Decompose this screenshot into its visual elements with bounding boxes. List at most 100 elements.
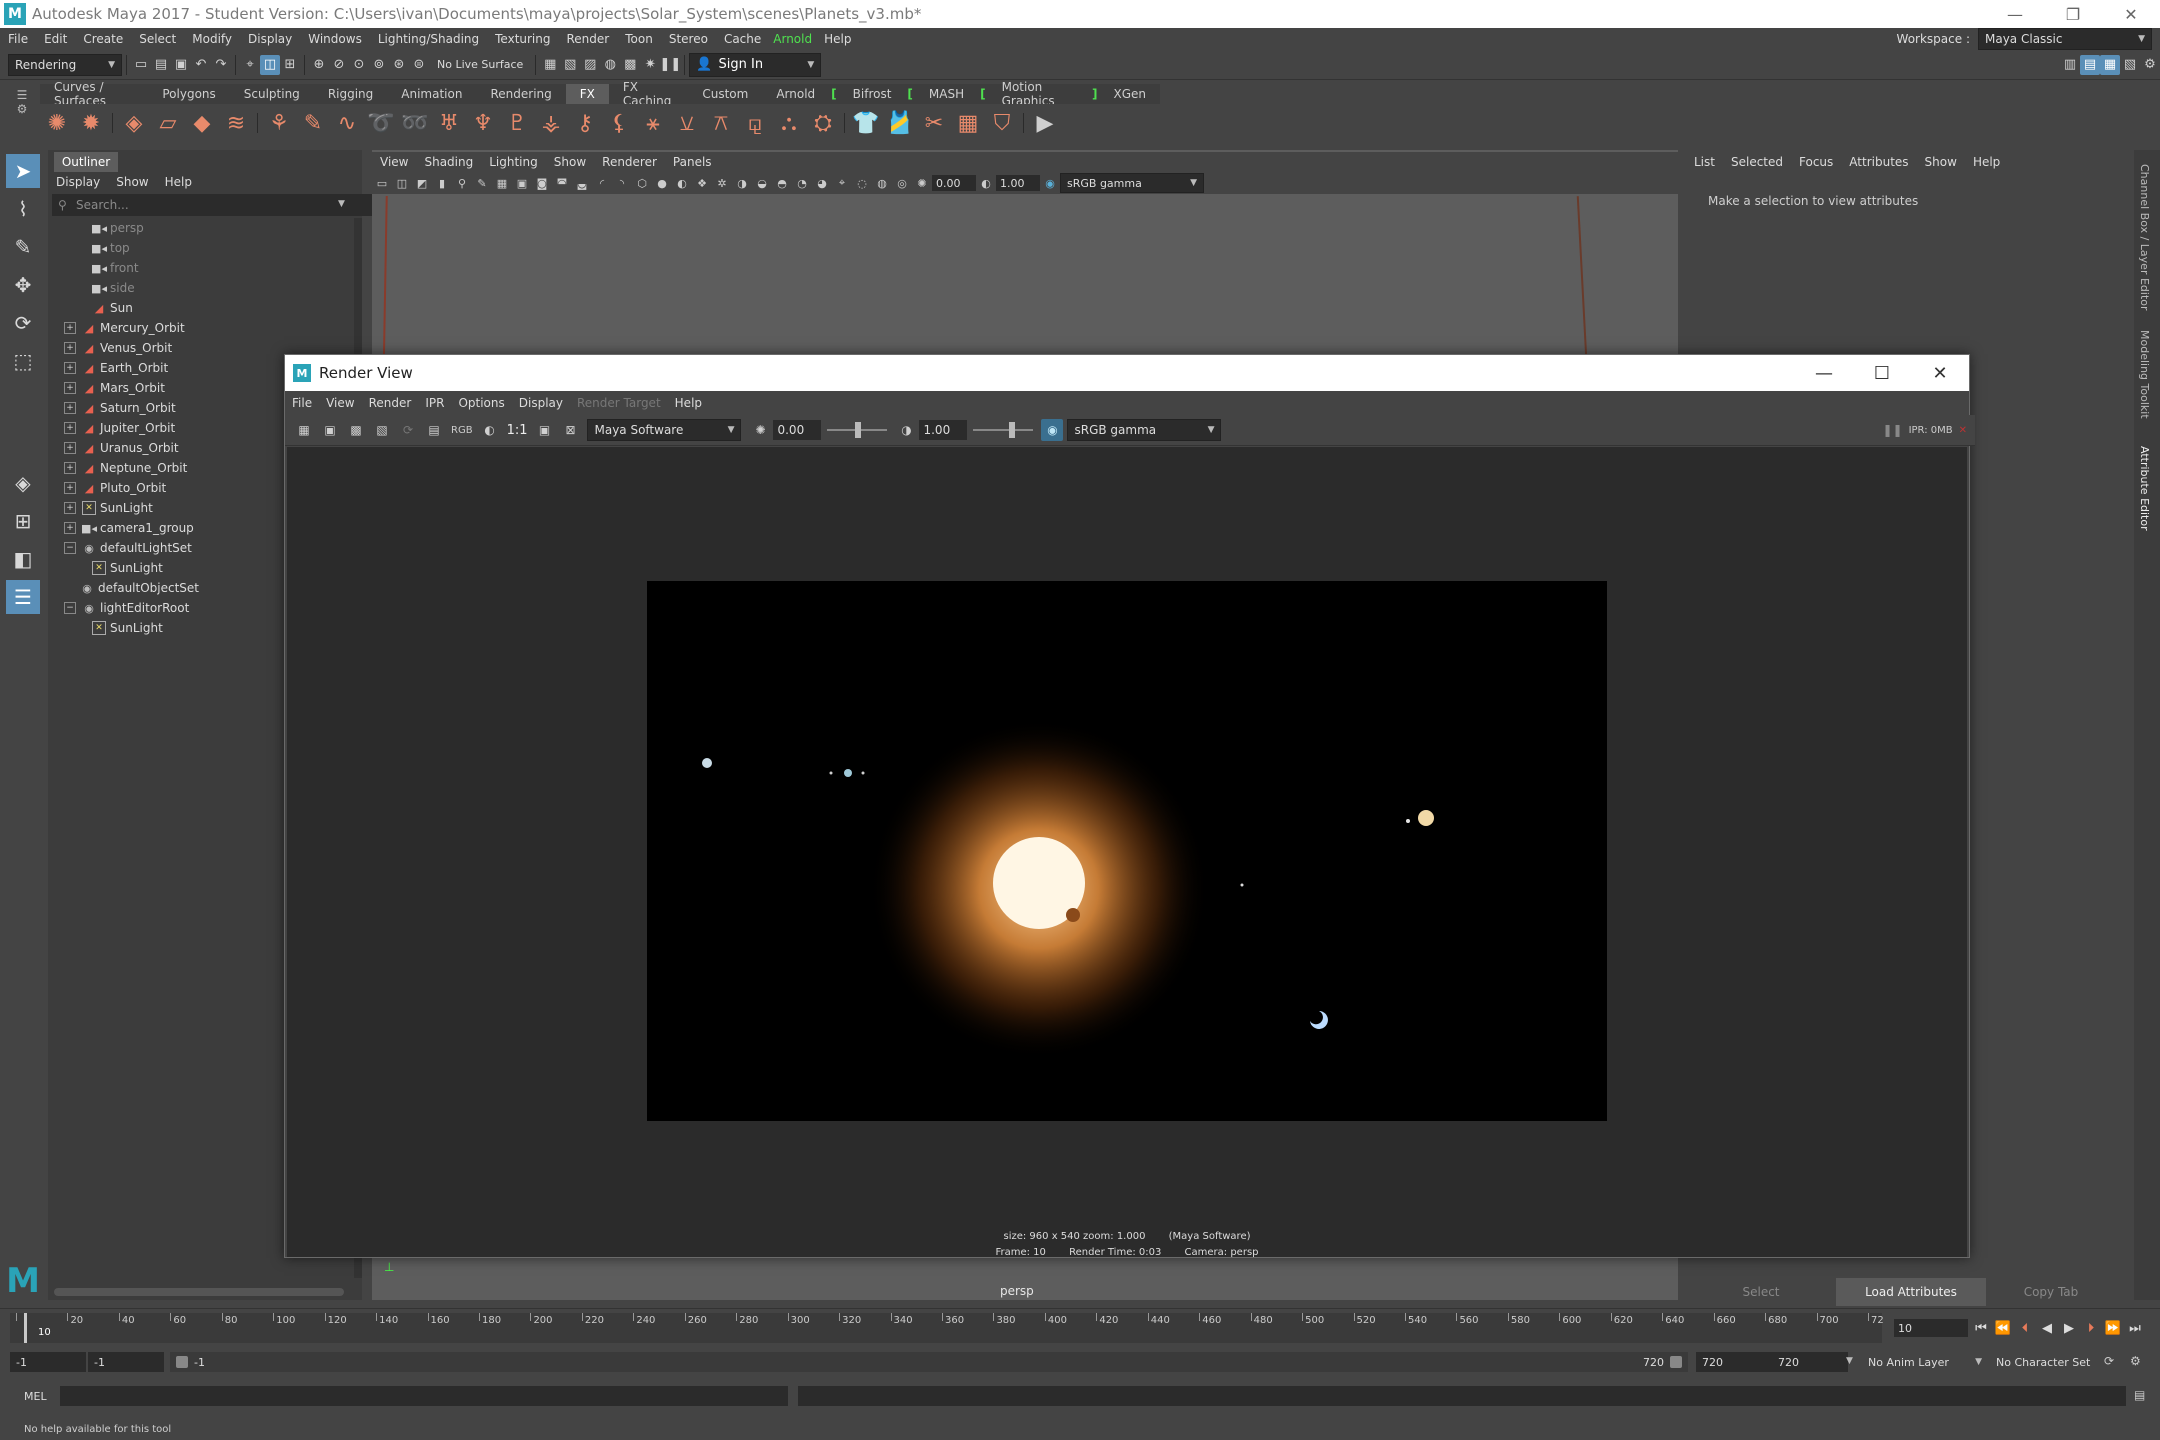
viewport-exposure-field[interactable]: 0.00 bbox=[932, 175, 976, 191]
lights-icon[interactable]: ✲ bbox=[713, 174, 731, 192]
render-menu-display[interactable]: Display bbox=[512, 396, 570, 410]
render-setup-icon[interactable]: ▩ bbox=[620, 55, 640, 75]
render-settings-icon[interactable]: ▨ bbox=[580, 55, 600, 75]
menu-edit[interactable]: Edit bbox=[36, 32, 75, 46]
real-size-button[interactable]: 1:1 bbox=[507, 423, 528, 438]
copy-tab-button[interactable]: Copy Tab bbox=[1986, 1278, 2116, 1306]
expand-toggle-icon[interactable]: + bbox=[64, 422, 76, 434]
rgb-channel-toggle[interactable]: RGB bbox=[451, 425, 473, 436]
hair-icon[interactable]: ⚘ bbox=[264, 108, 294, 138]
shadows-icon[interactable]: ◑ bbox=[733, 174, 751, 192]
four-view-layout-icon[interactable]: ⊞ bbox=[6, 504, 40, 538]
menu-create[interactable]: Create bbox=[75, 32, 131, 46]
viewport-menu-lighting[interactable]: Lighting bbox=[481, 155, 546, 169]
current-frame-field[interactable]: 10 bbox=[1894, 1319, 1968, 1337]
outliner-menu-help[interactable]: Help bbox=[157, 175, 200, 189]
paint-hair-icon[interactable]: ✎ bbox=[298, 108, 328, 138]
play-backward-icon[interactable]: ◀ bbox=[2036, 1321, 2058, 1336]
dynamic-constraint-icon[interactable]: ⚻ bbox=[706, 108, 736, 138]
xray-icon[interactable]: ◌ bbox=[853, 174, 871, 192]
field-chart-icon[interactable]: ◛ bbox=[573, 174, 591, 192]
ncloth-rest-icon[interactable]: ⛉ bbox=[987, 108, 1017, 138]
bookmark-icon[interactable]: ◩ bbox=[413, 174, 431, 192]
shelf-tab-rigging[interactable]: Rigging bbox=[314, 84, 387, 104]
menu-arnold[interactable]: Arnold bbox=[769, 32, 816, 46]
emitter-icon[interactable]: ✹ bbox=[76, 108, 106, 138]
expand-toggle-icon[interactable]: + bbox=[64, 442, 76, 454]
viewport-menu-view[interactable]: View bbox=[372, 155, 416, 169]
live-surface-label[interactable]: No Live Surface bbox=[437, 58, 523, 71]
play-simulation-icon[interactable]: ▶ bbox=[1030, 108, 1060, 138]
camera-attributes-icon[interactable]: ◫ bbox=[393, 174, 411, 192]
render-view-titlebar[interactable]: M Render View — ☐ ✕ bbox=[285, 355, 1969, 391]
keep-image-icon[interactable]: ▣ bbox=[533, 419, 555, 441]
wireframe-icon[interactable]: ⬡ bbox=[633, 174, 651, 192]
viewport-menu-shading[interactable]: Shading bbox=[416, 155, 481, 169]
current-time-marker[interactable] bbox=[24, 1313, 27, 1343]
antialias-icon[interactable]: ◔ bbox=[793, 174, 811, 192]
channel-box-toggle-icon[interactable]: ▤ bbox=[2080, 54, 2100, 75]
light-editor-icon[interactable]: ✷ bbox=[640, 55, 660, 75]
menu-toon[interactable]: Toon bbox=[617, 32, 661, 46]
render-view-maximize-button[interactable]: ☐ bbox=[1853, 355, 1911, 391]
expand-toggle-icon[interactable]: + bbox=[64, 362, 76, 374]
xray-components-icon[interactable]: ◎ bbox=[893, 174, 911, 192]
fluid-container-icon[interactable]: ◈ bbox=[119, 108, 149, 138]
menu-modify[interactable]: Modify bbox=[184, 32, 240, 46]
exposure-field[interactable]: 0.00 bbox=[773, 420, 822, 440]
menu-render[interactable]: Render bbox=[559, 32, 618, 46]
shelf-tab-sculpting[interactable]: Sculpting bbox=[230, 84, 314, 104]
move-tool-icon[interactable]: ✥ bbox=[6, 268, 40, 302]
channel-menu-attributes[interactable]: Attributes bbox=[1841, 155, 1916, 169]
script-editor-icon[interactable]: ▤ bbox=[2134, 1388, 2145, 1402]
ipr-pause-icon[interactable]: ❚❚ bbox=[1882, 423, 1902, 437]
grid-icon[interactable]: ▦ bbox=[493, 174, 511, 192]
select-object-icon[interactable]: ◫ bbox=[260, 54, 280, 75]
redo-icon[interactable]: ↷ bbox=[211, 55, 231, 75]
gamma-slider-knob[interactable] bbox=[1009, 422, 1016, 438]
ipr-render-icon[interactable]: ▧ bbox=[560, 55, 580, 75]
redo-previous-render-icon[interactable]: ▦ bbox=[293, 419, 315, 441]
channel-menu-help[interactable]: Help bbox=[1965, 155, 2008, 169]
shelf-tab-mash[interactable]: MASH bbox=[915, 84, 978, 104]
remove-image-icon[interactable]: ⊠ bbox=[559, 419, 581, 441]
range-handle-end[interactable] bbox=[1670, 1356, 1682, 1368]
outliner-menu-show[interactable]: Show bbox=[108, 175, 156, 189]
color-management-icon[interactable]: ◉ bbox=[1041, 419, 1064, 441]
viewport-menu-panels[interactable]: Panels bbox=[665, 155, 720, 169]
outliner-item[interactable]: ■◂ persp bbox=[48, 218, 352, 238]
shelf-tab-fx-caching[interactable]: FX Caching bbox=[609, 80, 688, 108]
pause-viewport-icon[interactable]: ❚❚ bbox=[659, 55, 681, 75]
gate-mask-icon[interactable]: ◚ bbox=[553, 174, 571, 192]
snap-point-icon[interactable]: ⊙ bbox=[349, 55, 369, 75]
shelf-tab-arnold[interactable]: Arnold bbox=[762, 84, 829, 104]
expand-toggle-icon[interactable]: + bbox=[64, 522, 76, 534]
render-menu-render[interactable]: Render bbox=[362, 396, 419, 410]
colorspace-dropdown[interactable]: sRGB gamma ▼ bbox=[1067, 419, 1222, 441]
image-plane-icon[interactable]: ▮ bbox=[433, 174, 451, 192]
safe-action-icon[interactable]: ◜ bbox=[593, 174, 611, 192]
xray-joints-icon[interactable]: ◍ bbox=[873, 174, 891, 192]
select-camera-icon[interactable]: ▭ bbox=[373, 174, 391, 192]
snap-curve-icon[interactable]: ⊘ bbox=[329, 55, 349, 75]
start-time-field[interactable]: -1 bbox=[10, 1352, 86, 1372]
tab-channel-box[interactable]: Channel Box / Layer Editor bbox=[2138, 164, 2151, 311]
ncloth-icon[interactable]: 👕 bbox=[851, 108, 881, 138]
render-menu-view[interactable]: View bbox=[319, 396, 361, 410]
shelf-tab-polygons[interactable]: Polygons bbox=[148, 84, 229, 104]
safe-title-icon[interactable]: ◝ bbox=[613, 174, 631, 192]
menu-file[interactable]: File bbox=[0, 32, 36, 46]
snapshot-icon[interactable]: ▩ bbox=[345, 419, 367, 441]
field-drag-icon[interactable]: ➿ bbox=[400, 108, 430, 138]
step-forward-frame-icon[interactable]: ⏵ bbox=[2080, 1321, 2102, 1336]
cache-icon[interactable]: ⚼ bbox=[740, 108, 770, 138]
fluid-2d-icon[interactable]: ▱ bbox=[153, 108, 183, 138]
render-menu-file[interactable]: File bbox=[285, 396, 319, 410]
outliner-item[interactable]: ◢ Sun bbox=[48, 298, 352, 318]
step-back-frame-icon[interactable]: ⏴ bbox=[2014, 1321, 2036, 1336]
viewport-menu-renderer[interactable]: Renderer bbox=[594, 155, 665, 169]
constraint-icon[interactable]: ⚺ bbox=[672, 108, 702, 138]
curve-dynamic-icon[interactable]: ∿ bbox=[332, 108, 362, 138]
renderer-dropdown[interactable]: Maya Software ▼ bbox=[587, 419, 742, 441]
expand-toggle-icon[interactable]: − bbox=[64, 602, 76, 614]
